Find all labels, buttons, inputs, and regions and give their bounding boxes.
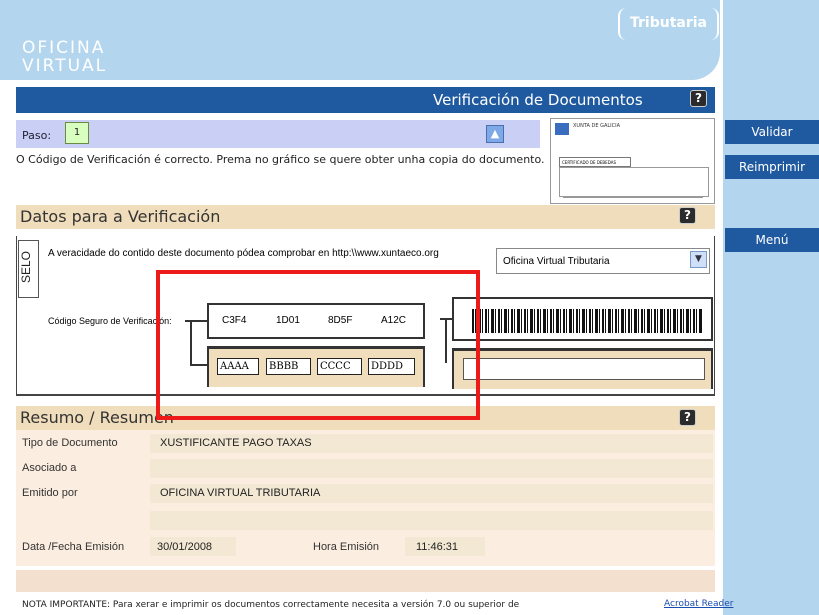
paso-label: Paso: xyxy=(22,129,52,142)
annotation-highlight xyxy=(156,270,480,420)
oficina-select-value: Oficina Virtual Tributaria xyxy=(503,256,610,267)
veracidade-text: A veracidade do contido deste documento … xyxy=(48,248,439,259)
help-icon[interactable]: ? xyxy=(690,90,707,107)
xunta-logo-icon xyxy=(555,123,569,135)
logo-line-2: VIRTUAL xyxy=(22,56,108,76)
emitido-label: Emitido por xyxy=(22,487,78,499)
brand-tributaria: Tributaria xyxy=(618,8,719,40)
validar-button[interactable]: Validar xyxy=(725,120,819,144)
status-message: O Código de Verificación é correcto. Pre… xyxy=(16,153,545,166)
logo-line-1: OFICINA xyxy=(22,38,106,58)
thumbnail-line xyxy=(563,197,703,198)
header-banner xyxy=(0,0,720,80)
selo-label: SELO xyxy=(19,250,33,283)
barcode-image xyxy=(472,309,702,333)
thumbnail-body xyxy=(559,167,709,197)
data-label: Data /Fecha Emisión xyxy=(22,541,125,553)
csv-label: Código Seguro de Verificación: xyxy=(48,316,172,326)
datos-section-title: Datos para a Verificación xyxy=(20,207,221,226)
document-thumbnail[interactable]: XUNTA DE GALICIA CERTIFICADO DE DEBEDAS xyxy=(550,118,715,204)
collapse-up-icon[interactable]: ▲ xyxy=(486,125,504,143)
thumbnail-doc-title: CERTIFICADO DE DEBEDAS xyxy=(559,157,631,167)
page-title: Verificación de Documentos xyxy=(433,91,643,109)
resumo-section-title: Resumo / Resumen xyxy=(20,408,174,427)
emitido-value: OFICINA VIRTUAL TRIBUTARIA xyxy=(160,487,321,499)
barcode-box xyxy=(452,297,713,341)
resumo-help-icon[interactable]: ? xyxy=(679,409,696,426)
right-sidebar xyxy=(721,0,819,615)
thumbnail-org: XUNTA DE GALICIA xyxy=(573,123,621,129)
asociado-field xyxy=(150,459,713,478)
chevron-down-icon[interactable]: ▼ xyxy=(690,251,707,268)
barcode-input[interactable] xyxy=(463,358,705,380)
footer-bar xyxy=(16,570,715,592)
acrobat-reader-link[interactable]: Acrobat Reader xyxy=(664,599,733,609)
data-value: 30/01/2008 xyxy=(157,541,213,553)
menu-button[interactable]: Menú xyxy=(725,228,819,252)
paso-value: 1 xyxy=(65,122,89,144)
datos-help-icon[interactable]: ? xyxy=(679,207,696,224)
reimprimir-button[interactable]: Reimprimir xyxy=(725,155,819,179)
extra-field xyxy=(150,511,713,530)
asociado-label: Asociado a xyxy=(22,462,77,474)
hora-label: Hora Emisión xyxy=(313,541,380,553)
paso-bar xyxy=(16,120,540,148)
tipo-value: XUSTIFICANTE PAGO TAXAS xyxy=(160,437,312,449)
tipo-label: Tipo de Documento xyxy=(22,437,118,449)
hora-value: 11:46:31 xyxy=(416,541,459,553)
important-note: NOTA IMPORTANTE: Para xerar e imprimir o… xyxy=(22,600,520,610)
